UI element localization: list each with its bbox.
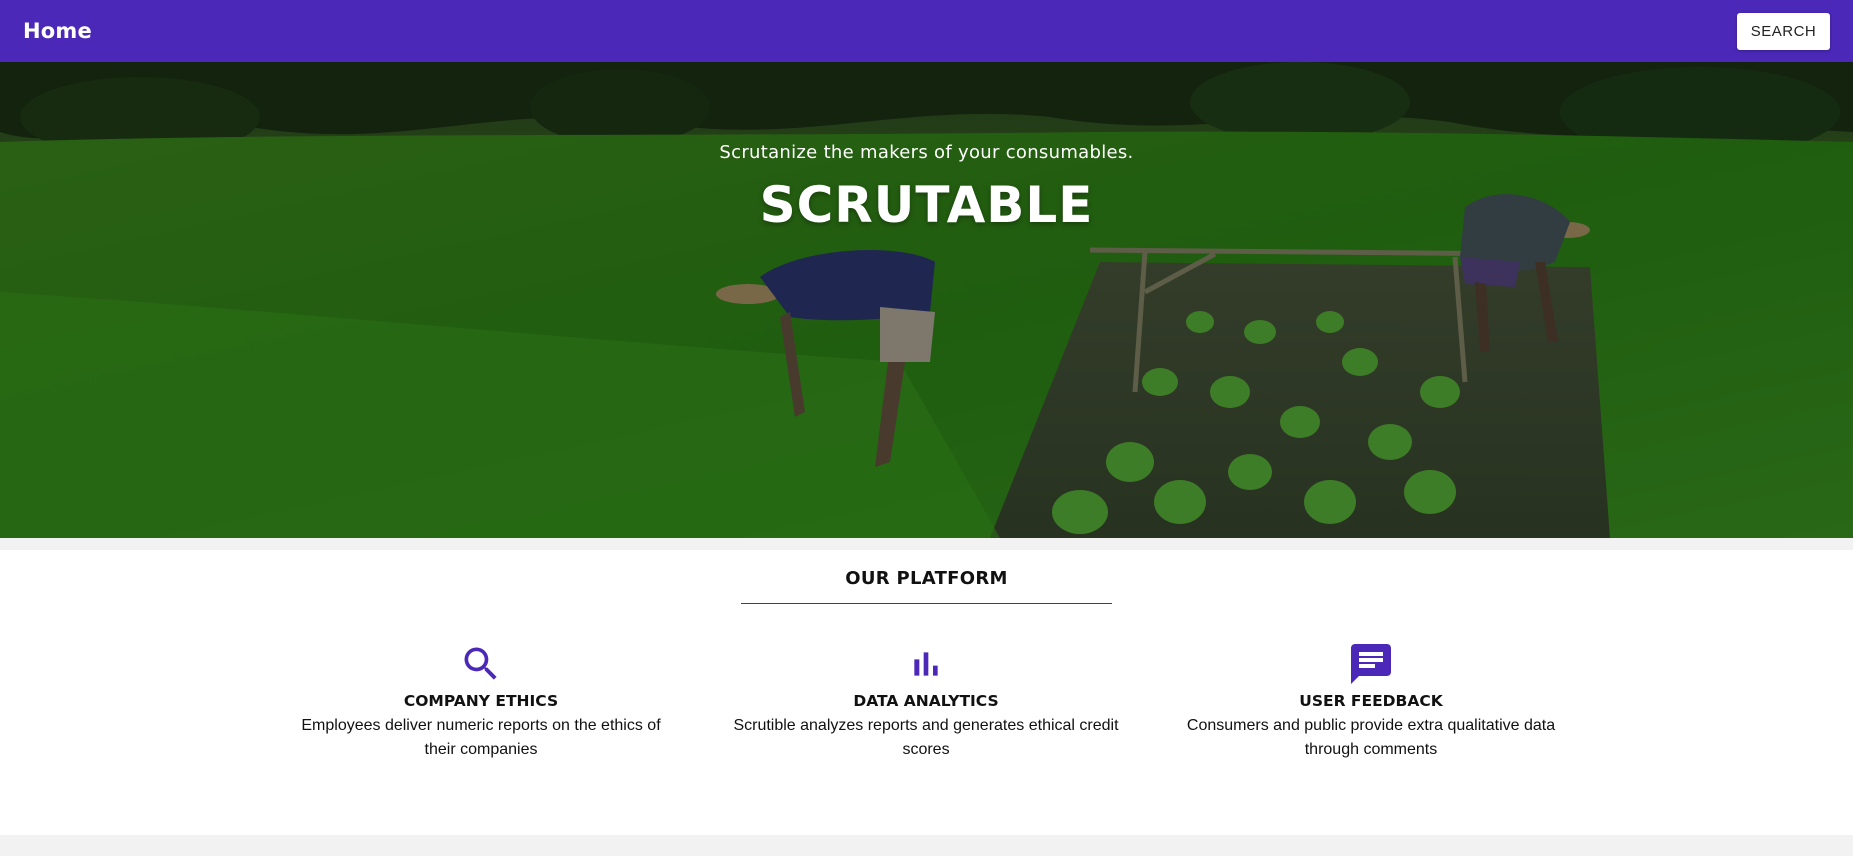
- feature-title: DATA ANALYTICS: [853, 692, 999, 710]
- hero-banner: Scrutanize the makers of your consumable…: [0, 62, 1853, 538]
- feature-company-ethics: COMPANY ETHICS Employees deliver numeric…: [286, 642, 676, 762]
- platform-section: OUR PLATFORM COMPANY ETHICS Employees de…: [0, 550, 1853, 835]
- bar-chart-icon: [731, 642, 1121, 686]
- search-button[interactable]: SEARCH: [1737, 12, 1830, 50]
- search-icon: [286, 642, 676, 686]
- feature-description: Employees deliver numeric reports on the…: [301, 717, 661, 758]
- hero-dim-overlay: [0, 62, 1853, 538]
- feature-title: COMPANY ETHICS: [403, 692, 559, 710]
- hero-tagline: Scrutanize the makers of your consumable…: [719, 142, 1134, 163]
- comment-icon: [1176, 642, 1566, 686]
- hero-title: SCRUTABLE: [759, 176, 1094, 234]
- feature-description: Scrutible analyzes reports and generates…: [733, 717, 1119, 758]
- section-heading: OUR PLATFORM: [845, 568, 1008, 589]
- feature-description: Consumers and public provide extra quali…: [1186, 717, 1556, 758]
- heading-divider: [741, 603, 1112, 604]
- home-link[interactable]: Home: [23, 19, 92, 43]
- feature-title: USER FEEDBACK: [1299, 692, 1443, 710]
- feature-user-feedback: USER FEEDBACK Consumers and public provi…: [1176, 642, 1566, 762]
- top-app-bar: Home SEARCH: [0, 0, 1853, 62]
- feature-data-analytics: DATA ANALYTICS Scrutible analyzes report…: [731, 642, 1121, 762]
